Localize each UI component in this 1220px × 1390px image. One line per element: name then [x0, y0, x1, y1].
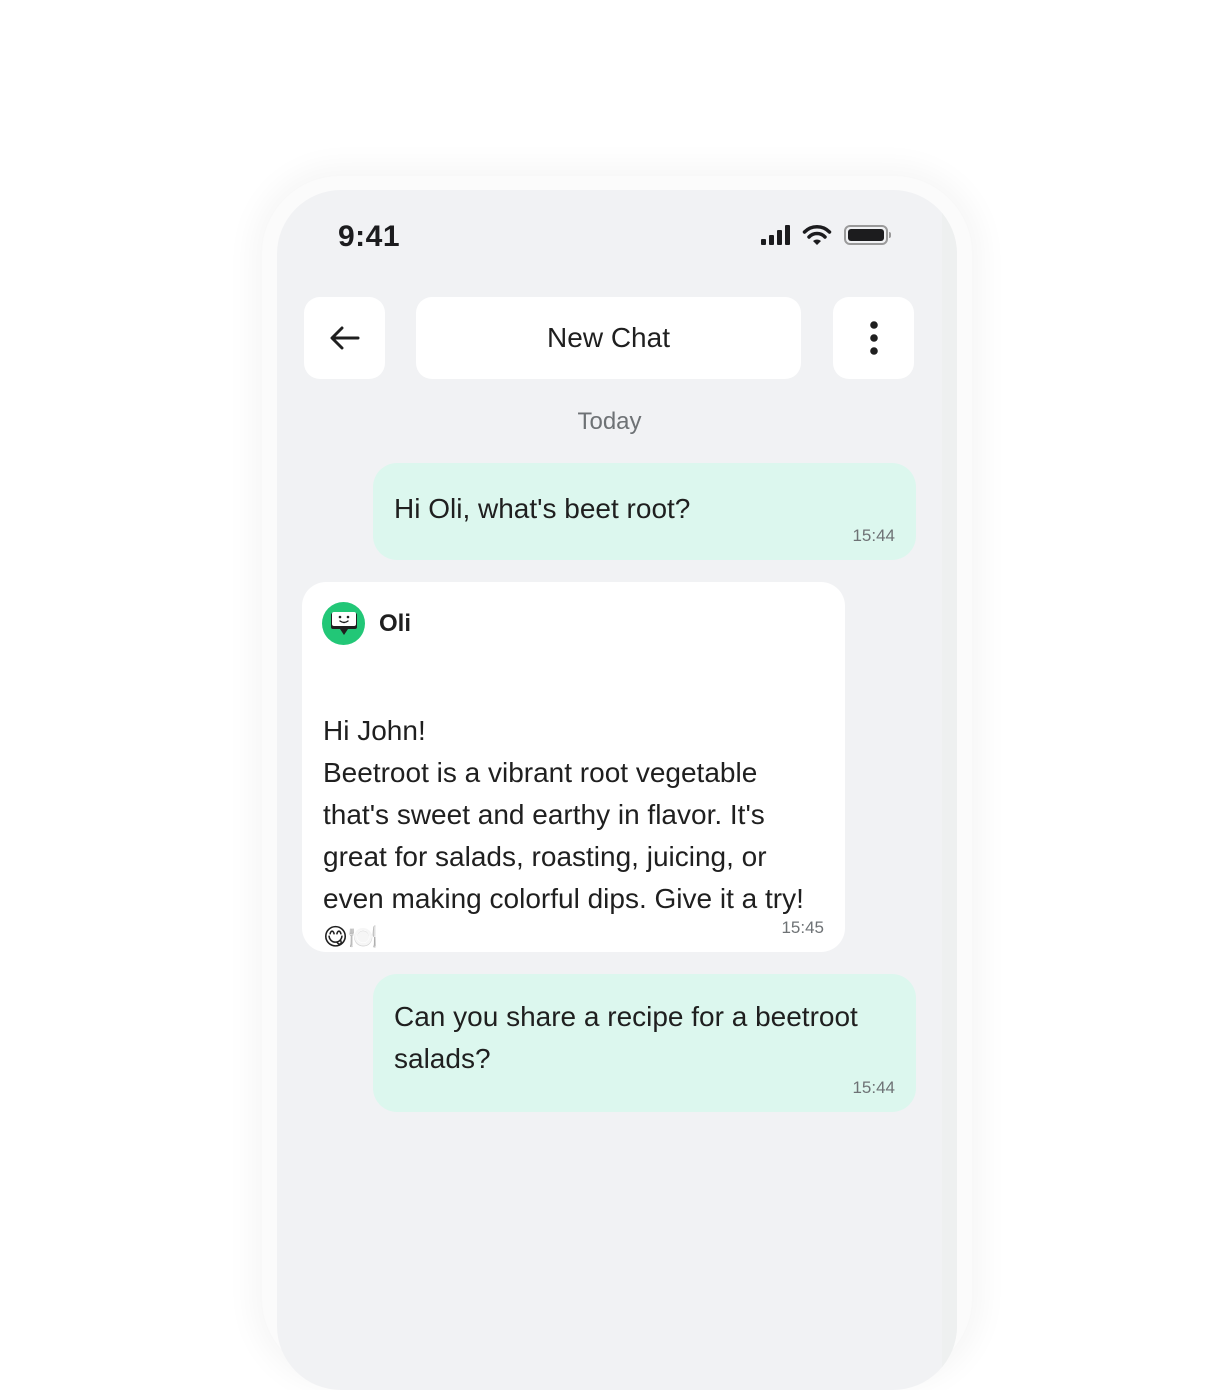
message-sender: Oli: [322, 602, 411, 645]
message-outgoing: Hi Oli, what's beet root? 15:44: [373, 463, 916, 560]
message-emoji: 😋🍽️: [323, 924, 378, 951]
status-time: 9:41: [338, 220, 401, 253]
message-outgoing: Can you share a recipe for a beetroot sa…: [373, 974, 916, 1112]
chat-bot-icon: [330, 611, 357, 635]
back-button[interactable]: [304, 297, 385, 379]
message-text: Can you share a recipe for a beetroot sa…: [394, 1001, 858, 1074]
message-time: 15:44: [852, 1078, 895, 1097]
date-separator: Today: [577, 408, 642, 435]
chat-header: New Chat: [304, 297, 914, 379]
message-text: Hi Oli, what's beet root?: [394, 493, 691, 524]
chat-title: New Chat: [416, 297, 801, 379]
battery-icon: [844, 225, 891, 245]
avatar: [322, 602, 365, 645]
message-time: 15:44: [852, 526, 895, 545]
wifi-icon: [802, 225, 832, 245]
message-time: 15:45: [781, 918, 824, 937]
message-body: Hi John! Beetroot is a vibrant root vege…: [323, 715, 804, 914]
message-incoming: Oli Hi John! Beetroot is a vibrant root …: [302, 582, 845, 952]
device-edge: [942, 190, 957, 1390]
cellular-signal-icon: [761, 225, 790, 245]
more-vertical-icon: [869, 321, 878, 355]
message-text: Hi John! Beetroot is a vibrant root vege…: [323, 668, 823, 996]
phone-screen: 9:41 New Chat Today Hi Oli, what's beet …: [277, 190, 957, 1390]
arrow-left-icon: [330, 326, 359, 350]
more-options-button[interactable]: [833, 297, 914, 379]
sender-name: Oli: [379, 609, 412, 637]
status-icons: [761, 224, 891, 246]
